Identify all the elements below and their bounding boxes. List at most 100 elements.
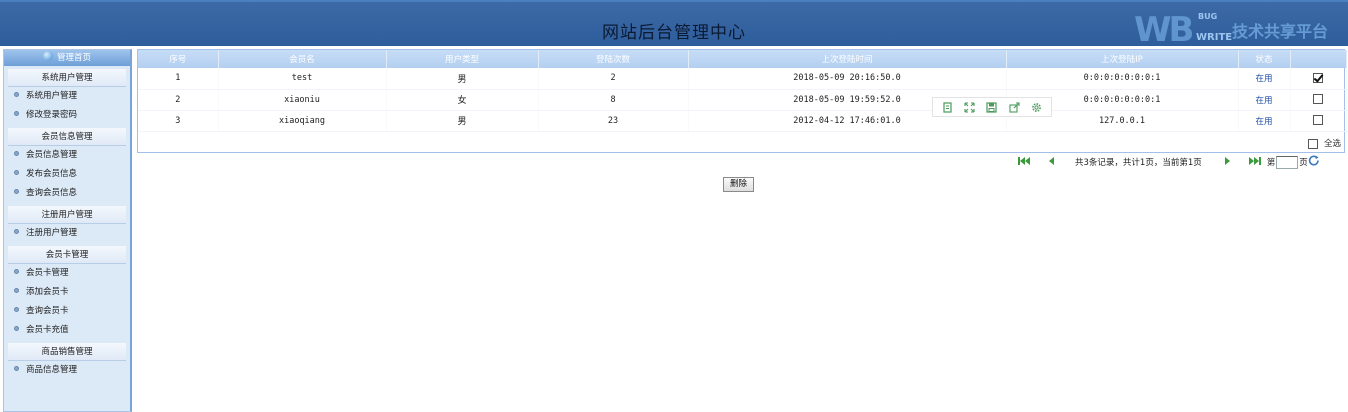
bullet-icon bbox=[14, 326, 19, 331]
row-checkbox[interactable] bbox=[1313, 115, 1323, 126]
cell-select bbox=[1290, 110, 1347, 132]
sidebar-item-label: 查询会员信息 bbox=[26, 188, 78, 198]
cell-no: 3 bbox=[138, 110, 219, 132]
cell-select bbox=[1290, 68, 1347, 90]
page-prefix-label: 第 bbox=[1266, 158, 1276, 168]
sidebar: 管理首页 系统用户管理 系统用户管理 修改登录密码 会员信息管理 会员信息管理 … bbox=[3, 49, 132, 412]
column-header-last-login-ip[interactable]: 上次登陆IP bbox=[1006, 50, 1239, 68]
select-all[interactable]: 全选 bbox=[1307, 137, 1341, 149]
column-header-login-count[interactable]: 登陆次数 bbox=[538, 50, 689, 68]
column-header-name[interactable]: 会员名 bbox=[218, 50, 387, 68]
sidebar-group-sales[interactable]: 商品销售管理 bbox=[8, 343, 126, 361]
page-number-input[interactable] bbox=[1276, 155, 1299, 169]
sidebar-item-label: 会员卡管理 bbox=[26, 268, 69, 278]
column-header-status[interactable]: 状态 bbox=[1238, 50, 1291, 68]
top-header: 网站后台管理中心 WB BUG WRITE 技术共享平台 bbox=[0, 0, 1348, 50]
cell-last-login-ip: 0:0:0:0:0:0:0:1 bbox=[1006, 68, 1239, 90]
bullet-icon bbox=[14, 307, 19, 312]
cell-login-count: 8 bbox=[538, 89, 689, 111]
sidebar-item-member-cards[interactable]: 会员卡管理 bbox=[4, 264, 130, 283]
bullet-icon bbox=[14, 366, 19, 371]
next-page-icon[interactable] bbox=[1224, 156, 1231, 168]
refresh-icon[interactable] bbox=[1308, 155, 1320, 169]
logo-bug-text: BUG bbox=[1198, 12, 1218, 21]
cell-type: 男 bbox=[386, 110, 539, 132]
cell-name: test bbox=[218, 68, 387, 90]
row-checkbox[interactable] bbox=[1313, 73, 1323, 83]
site-logo: WB BUG WRITE 技术共享平台 bbox=[1128, 8, 1346, 50]
table-header-row: 序号 会员名 用户类型 登陆次数 上次登陆时间 上次登陆IP 状态 bbox=[138, 50, 1347, 68]
pagination-bar: 共3条记录，共计1页，当前第1页 第 页 bbox=[1018, 155, 1320, 169]
sidebar-item-label: 查询会员卡 bbox=[26, 306, 69, 316]
sidebar-item-card-recharge[interactable]: 会员卡充值 bbox=[4, 321, 130, 340]
sidebar-item-label: 添加会员卡 bbox=[26, 287, 69, 297]
bullet-icon bbox=[14, 151, 19, 156]
bullet-icon bbox=[14, 288, 19, 293]
sidebar-item-label: 商品信息管理 bbox=[26, 365, 78, 375]
cell-select bbox=[1290, 89, 1347, 111]
sidebar-item-member-info[interactable]: 会员信息管理 bbox=[4, 146, 130, 165]
sidebar-item-publish-member[interactable]: 发布会员信息 bbox=[4, 165, 130, 184]
column-header-no[interactable]: 序号 bbox=[138, 50, 219, 68]
cell-status: 在用 bbox=[1238, 68, 1291, 90]
logo-write-text: WRITE bbox=[1196, 32, 1233, 43]
sidebar-item-label: 发布会员信息 bbox=[26, 169, 78, 179]
fullscreen-icon[interactable] bbox=[964, 101, 976, 113]
last-page-icon[interactable] bbox=[1247, 156, 1261, 168]
bullet-icon bbox=[14, 229, 19, 234]
logo-slogan: 技术共享平台 bbox=[1232, 22, 1329, 41]
column-header-last-login-time[interactable]: 上次登陆时间 bbox=[688, 50, 1007, 68]
bullet-icon bbox=[14, 269, 19, 274]
sidebar-group-system-users[interactable]: 系统用户管理 bbox=[8, 69, 126, 87]
sidebar-item-add-card[interactable]: 添加会员卡 bbox=[4, 283, 130, 302]
column-header-select bbox=[1290, 50, 1347, 68]
sidebar-item-label: 会员卡充值 bbox=[26, 325, 69, 335]
pagination-info: 共3条记录，共计1页，当前第1页 bbox=[1075, 158, 1202, 168]
cell-name: xiaoqiang bbox=[218, 110, 387, 132]
globe-icon bbox=[42, 51, 53, 61]
column-header-type[interactable]: 用户类型 bbox=[386, 50, 539, 68]
sidebar-home-label: 管理首页 bbox=[56, 53, 91, 63]
prev-page-icon[interactable] bbox=[1048, 156, 1055, 168]
bullet-icon bbox=[14, 92, 19, 97]
cell-login-count: 23 bbox=[538, 110, 689, 132]
sidebar-item-system-users[interactable]: 系统用户管理 bbox=[4, 87, 130, 106]
sidebar-item-label: 系统用户管理 bbox=[26, 91, 78, 101]
floating-toolbar bbox=[932, 97, 1052, 117]
table-row[interactable]: 3 xiaoqiang 男 23 2012-04-12 17:46:01.0 1… bbox=[138, 110, 1347, 132]
settings-icon[interactable] bbox=[1031, 101, 1043, 113]
sidebar-group-registered-users[interactable]: 注册用户管理 bbox=[8, 206, 126, 224]
sidebar-home[interactable]: 管理首页 bbox=[4, 50, 130, 66]
row-checkbox[interactable] bbox=[1313, 94, 1323, 105]
table-row[interactable]: 1 test 男 2 2018-05-09 20:16:50.0 0:0:0:0… bbox=[138, 68, 1347, 90]
sidebar-item-product-info[interactable]: 商品信息管理 bbox=[4, 361, 130, 380]
bullet-icon bbox=[14, 111, 19, 116]
select-all-checkbox[interactable] bbox=[1307, 138, 1318, 149]
member-table: 序号 会员名 用户类型 登陆次数 上次登陆时间 上次登陆IP 状态 1 test… bbox=[137, 49, 1347, 153]
page-suffix-label: 页 bbox=[1299, 158, 1308, 168]
bullet-icon bbox=[14, 189, 19, 194]
select-all-label: 全选 bbox=[1323, 139, 1341, 149]
sidebar-item-label: 修改登录密码 bbox=[26, 110, 78, 120]
logo-mark: WB bbox=[1134, 10, 1194, 50]
cell-type: 男 bbox=[386, 68, 539, 90]
sidebar-item-registered-users[interactable]: 注册用户管理 bbox=[4, 224, 130, 243]
sidebar-item-query-card[interactable]: 查询会员卡 bbox=[4, 302, 130, 321]
sidebar-item-query-member[interactable]: 查询会员信息 bbox=[4, 184, 130, 203]
cell-no: 2 bbox=[138, 89, 219, 111]
table-row[interactable]: 2 xiaoniu 女 8 2018-05-09 19:59:52.0 0:0:… bbox=[138, 89, 1347, 111]
sidebar-item-change-password[interactable]: 修改登录密码 bbox=[4, 106, 130, 125]
sidebar-item-label: 注册用户管理 bbox=[26, 228, 78, 238]
first-page-icon[interactable] bbox=[1018, 156, 1032, 168]
sidebar-item-label: 会员信息管理 bbox=[26, 150, 78, 160]
sidebar-group-member-cards[interactable]: 会员卡管理 bbox=[8, 246, 126, 264]
sidebar-group-member-info[interactable]: 会员信息管理 bbox=[8, 128, 126, 146]
cell-no: 1 bbox=[138, 68, 219, 90]
bullet-icon bbox=[14, 170, 19, 175]
delete-button[interactable]: 删除 bbox=[723, 177, 755, 192]
copy-icon[interactable] bbox=[941, 101, 953, 113]
share-icon[interactable] bbox=[1008, 101, 1020, 113]
save-icon[interactable] bbox=[986, 101, 998, 113]
cell-status: 在用 bbox=[1238, 89, 1291, 111]
cell-name: xiaoniu bbox=[218, 89, 387, 111]
